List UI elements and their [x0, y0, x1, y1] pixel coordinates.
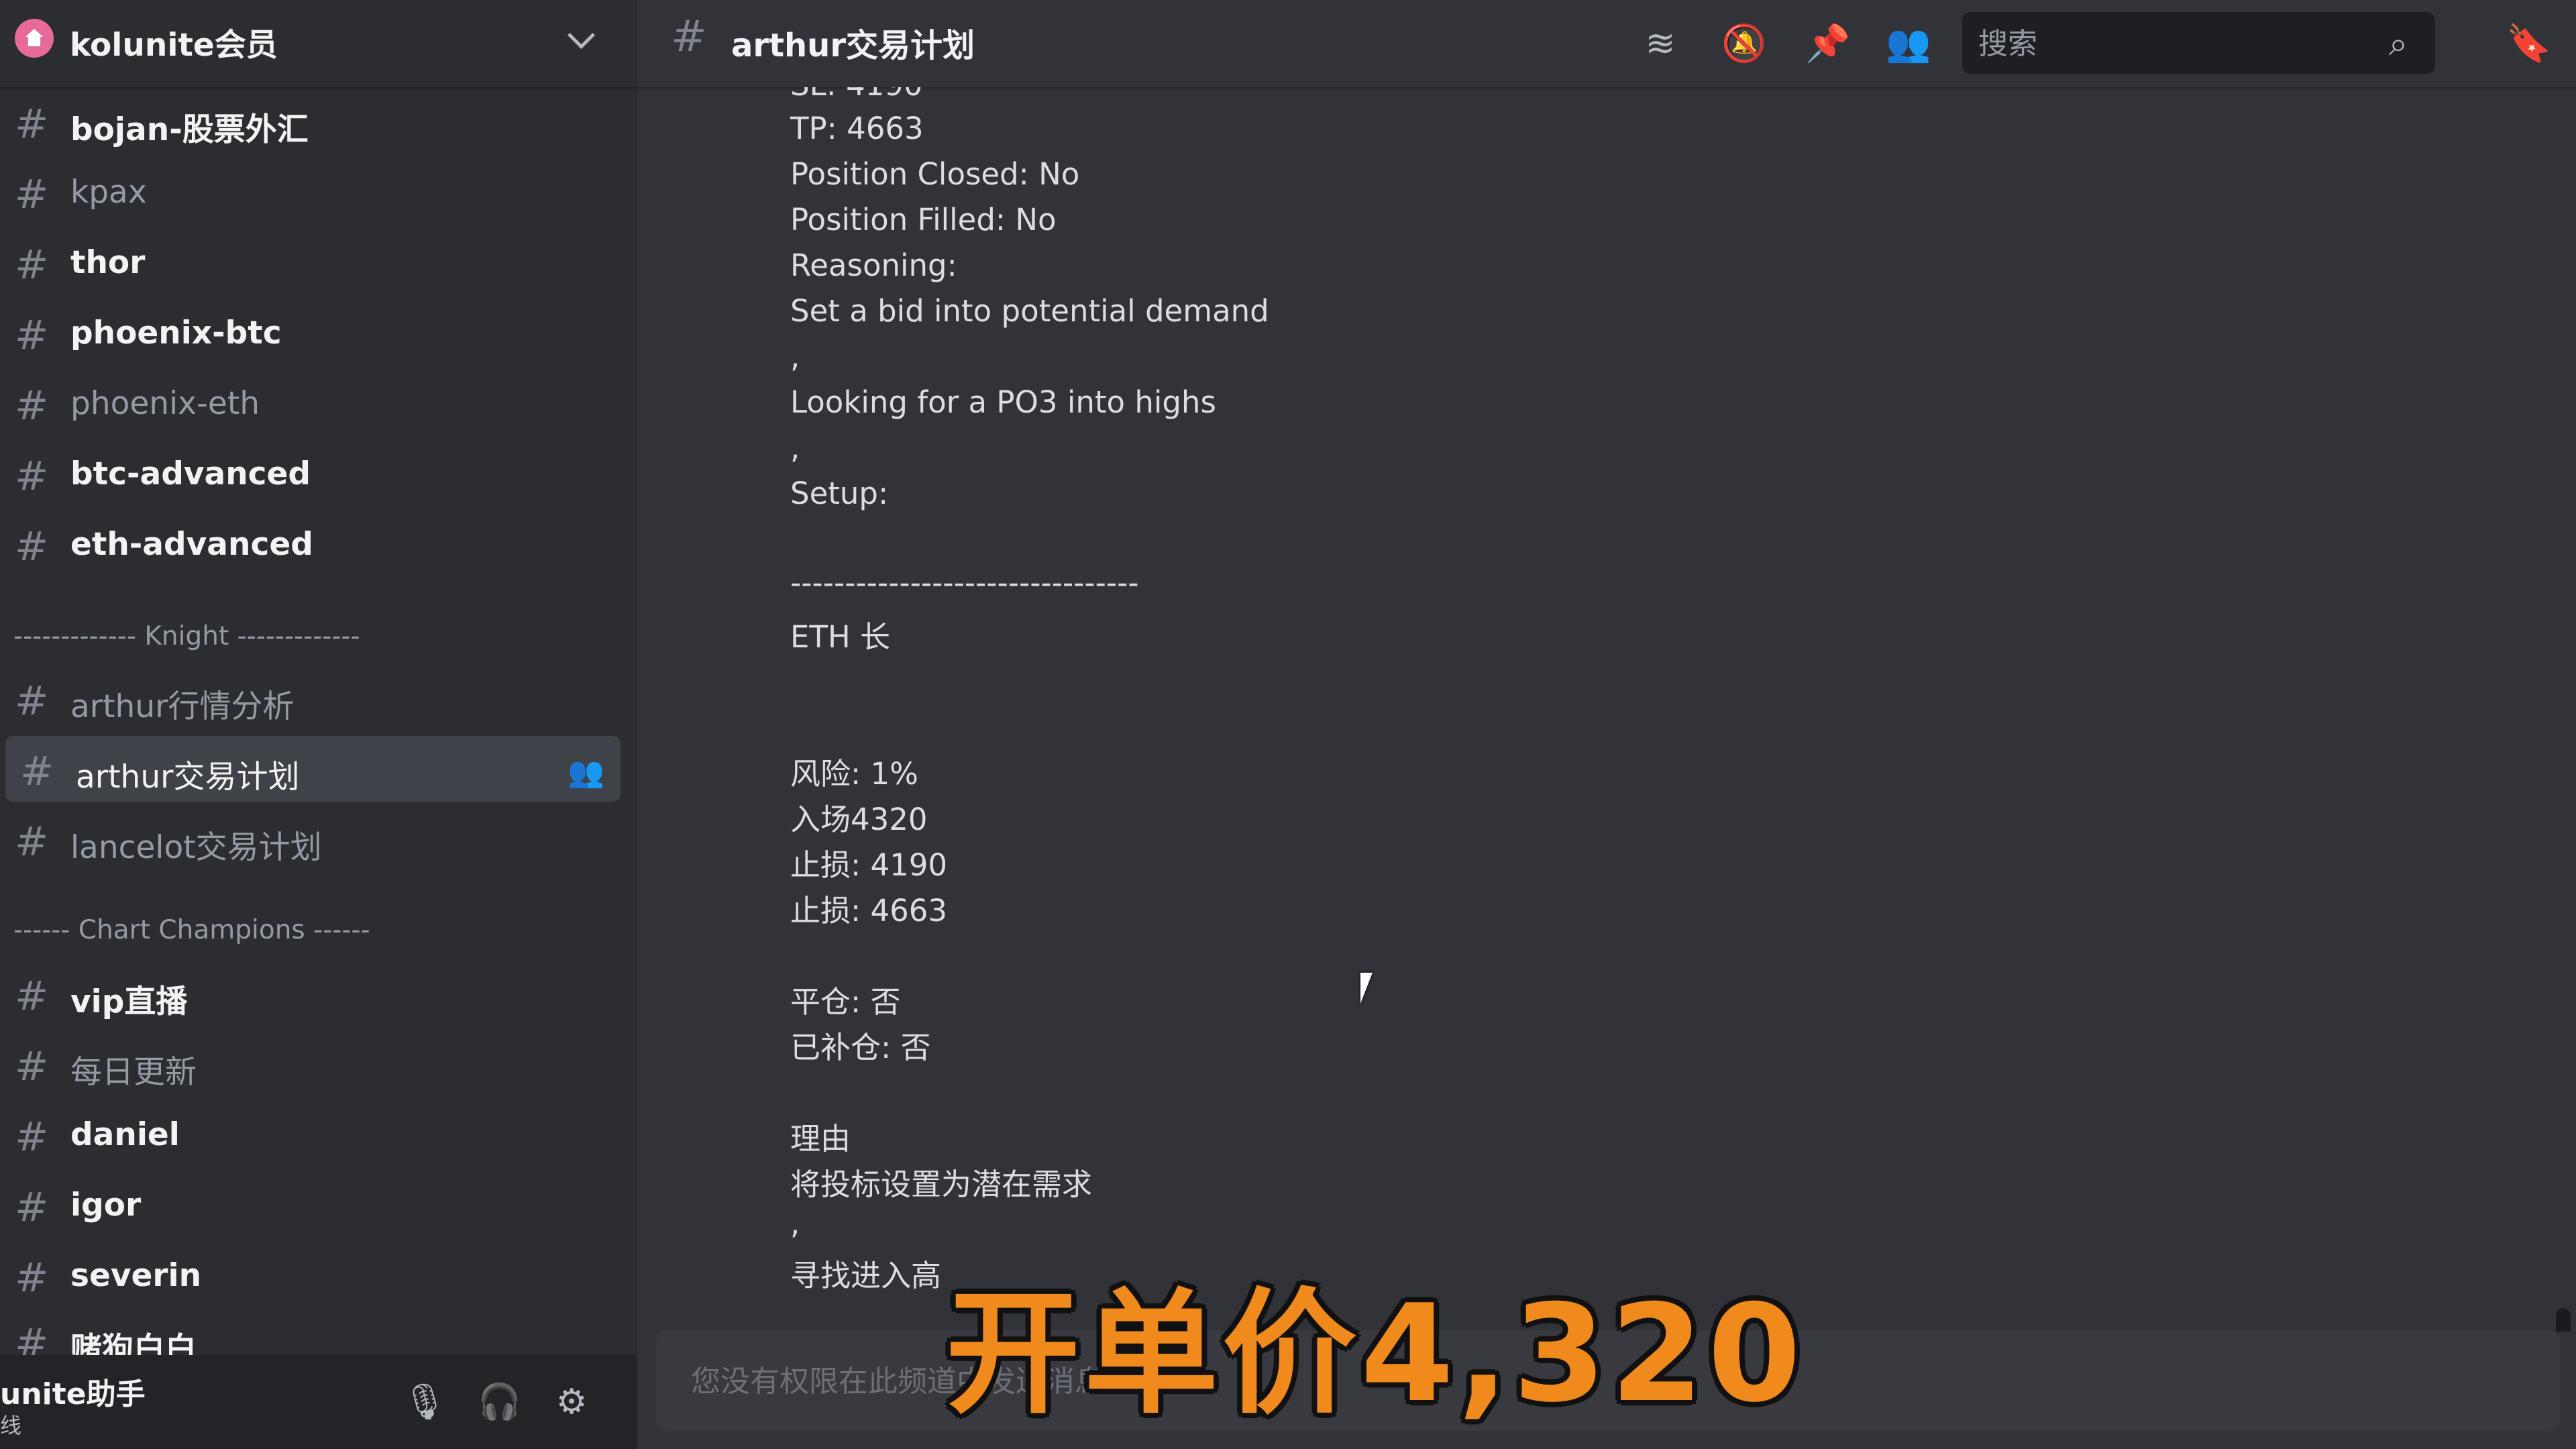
- headphones-icon[interactable]: 🎧: [478, 1382, 521, 1422]
- hash-icon: #: [15, 818, 49, 865]
- server-header[interactable]: kolunite会员: [0, 0, 637, 87]
- channel-item[interactable]: # igor: [0, 1172, 621, 1238]
- mute-icon[interactable]: 🔕: [1721, 20, 1768, 67]
- hash-icon: #: [20, 748, 54, 795]
- message-line: 止损: 4190: [790, 847, 947, 883]
- message-line: TP: 4663: [790, 111, 924, 146]
- hash-icon: #: [15, 1043, 49, 1090]
- channel-item[interactable]: # phoenix-btc: [0, 300, 621, 366]
- channel-label: thor: [70, 244, 146, 281]
- hash-icon: #: [15, 973, 49, 1020]
- message-line: 理由: [790, 1121, 851, 1157]
- channel-item[interactable]: # eth-advanced: [0, 511, 621, 577]
- hash-icon: #: [15, 1114, 49, 1161]
- channel-item[interactable]: # kpax: [0, 159, 621, 225]
- channel-label: phoenix-eth: [70, 385, 260, 422]
- message-line: SL: 4190: [790, 87, 923, 103]
- hash-icon: #: [15, 453, 49, 500]
- chevron-down-icon[interactable]: [567, 21, 596, 50]
- server-home-icon: [15, 19, 54, 58]
- hash-icon: #: [15, 241, 49, 288]
- message-line: Set a bid into potential demand: [790, 293, 1269, 329]
- channel-label: igor: [70, 1187, 142, 1224]
- hash-icon: #: [15, 678, 49, 724]
- channel-item-selected[interactable]: # arthur交易计划 👥: [5, 736, 621, 802]
- channel-label: phoenix-btc: [70, 315, 282, 352]
- message-line: ,: [790, 1205, 800, 1241]
- channel-label: vip直播: [70, 983, 188, 1020]
- category-chart-champions[interactable]: ------ Chart Champions ------: [13, 915, 370, 945]
- channel-label: arthur行情分析: [70, 688, 294, 725]
- hash-icon: #: [15, 1184, 49, 1231]
- invite-member-icon[interactable]: 👥: [568, 755, 604, 790]
- message-line: 平仓: 否: [790, 984, 901, 1020]
- channel-item[interactable]: # 每日更新: [0, 1031, 621, 1097]
- hash-icon: #: [15, 171, 49, 218]
- settings-gear-icon[interactable]: ⚙: [551, 1382, 592, 1422]
- user-name[interactable]: unite助手: [0, 1370, 146, 1413]
- channel-label: eth-advanced: [70, 526, 313, 563]
- message-line: Looking for a PO3 into highs: [790, 384, 1216, 420]
- message-divider: --------------------------------: [790, 565, 1139, 600]
- channel-label: arthur交易计划: [76, 759, 300, 796]
- search-box[interactable]: ⌕: [1962, 12, 2435, 75]
- channel-header: # arthur交易计划 ≋ 🔕 📌 👥 ⌕ 🔖: [637, 0, 2576, 87]
- channel-title: arthur交易计划: [731, 27, 975, 64]
- channel-item[interactable]: # thor: [0, 229, 621, 295]
- channel-item[interactable]: # bojan-股票外汇: [0, 89, 621, 154]
- message-line: Reasoning:: [790, 248, 957, 283]
- message-line: 寻找进入高: [790, 1258, 942, 1293]
- channel-item[interactable]: # severin: [0, 1242, 621, 1308]
- message-line: Position Filled: No: [790, 202, 1057, 237]
- scrollbar-thumb[interactable]: [2556, 1308, 2571, 1332]
- category-knight[interactable]: ------------- Knight -------------: [13, 621, 360, 651]
- message-line: ,: [790, 339, 800, 374]
- hash-icon: #: [15, 523, 49, 570]
- channel-label: 每日更新: [70, 1054, 197, 1091]
- message-line: ETH 长: [790, 619, 891, 655]
- user-status: 线: [0, 1413, 22, 1438]
- message-line: 已补仓: 否: [790, 1030, 931, 1065]
- message-line: Setup:: [790, 476, 889, 511]
- microphone-icon[interactable]: 🎙: [402, 1382, 447, 1422]
- channel-sidebar: kolunite会员 # bojan-股票外汇 # kpax # thor # phoe…: [0, 0, 637, 1449]
- channel-item[interactable]: # phoenix-eth: [0, 370, 621, 436]
- hash-icon: #: [671, 12, 707, 62]
- message-line: 风险: 1%: [790, 756, 918, 792]
- mouse-cursor-icon: [1360, 973, 1385, 1004]
- channel-label: daniel: [70, 1116, 180, 1153]
- message-line: Position Closed: No: [790, 156, 1080, 192]
- channel-item[interactable]: # daniel: [0, 1102, 621, 1167]
- members-icon[interactable]: 👥: [1885, 20, 1932, 67]
- channel-item[interactable]: # lancelot交易计划: [0, 806, 621, 872]
- hash-icon: #: [15, 1254, 49, 1301]
- search-icon[interactable]: ⌕: [2375, 20, 2422, 67]
- message-list: SL: 4190 TP: 4663 Position Closed: No Po…: [637, 87, 2576, 1332]
- message-line: 止损: 4663: [790, 893, 947, 928]
- message-line: ,: [790, 430, 800, 466]
- channel-item[interactable]: # vip直播: [0, 961, 621, 1026]
- inbox-icon[interactable]: 🔖: [2506, 20, 2553, 67]
- channel-label: kpax: [70, 174, 147, 211]
- server-name: kolunite会员: [70, 27, 278, 64]
- hash-icon: #: [15, 382, 49, 429]
- pin-icon[interactable]: 📌: [1805, 20, 1851, 67]
- channel-label: severin: [70, 1257, 202, 1294]
- channel-label: bojan-股票外汇: [70, 111, 309, 148]
- channel-label: btc-advanced: [70, 455, 311, 492]
- channel-item[interactable]: # btc-advanced: [0, 441, 621, 506]
- message-line: 入场4320: [790, 802, 928, 837]
- video-caption-overlay: 开单价4,320: [946, 1276, 1805, 1432]
- channel-label: lancelot交易计划: [70, 829, 322, 866]
- message-line: 将投标设置为潜在需求: [790, 1167, 1093, 1202]
- user-panel: unite助手 线 🎙 🎧 ⚙: [0, 1355, 637, 1449]
- search-input[interactable]: [1977, 12, 2382, 75]
- channel-item[interactable]: # arthur行情分析: [0, 665, 621, 731]
- hash-icon: #: [15, 101, 49, 148]
- hash-icon: #: [15, 312, 49, 359]
- threads-icon[interactable]: ≋: [1637, 20, 1684, 67]
